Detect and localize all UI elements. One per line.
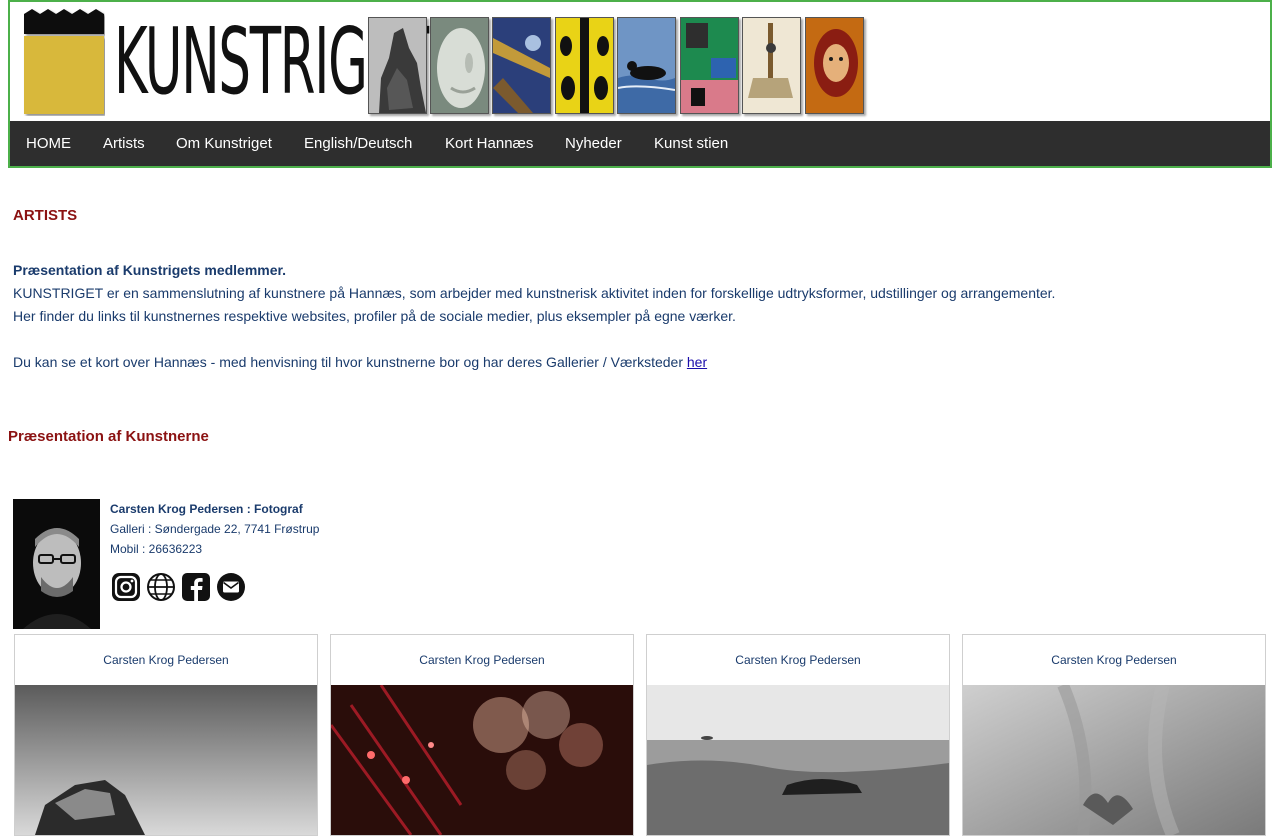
gallery-card[interactable]: Carsten Krog Pedersen (330, 634, 634, 836)
gallery-card-caption: Carsten Krog Pedersen (735, 653, 861, 667)
thumbnail-sculpture-face-image (430, 17, 489, 114)
intro-heading: Præsentation af Kunstrigets medlemmer. (13, 262, 287, 278)
facebook-icon[interactable] (180, 571, 212, 603)
nav-item-nyheder[interactable]: Nyheder (565, 121, 622, 166)
artist-gallery-address: Galleri : Søndergade 22, 7741 Frøstrup (110, 522, 320, 536)
nav-item-kunst-stien[interactable]: Kunst stien (654, 121, 728, 166)
nav-item-english-deutsch[interactable]: English/Deutsch (304, 121, 412, 166)
intro-paragraph-2: Her finder du links til kunstnernes resp… (13, 308, 736, 324)
kunstriget-logo-mark[interactable] (23, 8, 105, 116)
gallery-butterfly-photo (963, 685, 1265, 835)
thumbnail-abstract-painting-image (492, 17, 551, 114)
gallery-card[interactable]: Carsten Krog Pedersen (962, 634, 1266, 836)
site-header: KUNSTRIGET HOME Artists Om Kunstriget En… (8, 0, 1272, 168)
map-link[interactable]: her (687, 354, 707, 370)
artist-name: Carsten Krog Pedersen : Fotograf (110, 502, 303, 516)
thumbnail-rock-image (368, 17, 427, 114)
gallery-sea-photo (647, 685, 949, 835)
main-navigation: HOME Artists Om Kunstriget English/Deuts… (10, 121, 1270, 166)
map-text: Du kan se et kort over Hannæs - med henv… (13, 354, 687, 370)
nav-item-om-kunstriget[interactable]: Om Kunstriget (176, 121, 272, 166)
artist-mobile: Mobil : 26636223 (110, 542, 203, 556)
instagram-icon[interactable] (110, 571, 142, 603)
gallery-card-caption: Carsten Krog Pedersen (419, 653, 545, 667)
globe-icon[interactable] (145, 571, 177, 603)
page-title: ARTISTS (13, 207, 78, 224)
section-heading: Præsentation af Kunstnerne (8, 428, 209, 445)
nav-item-kort-hannaes[interactable]: Kort Hannæs (445, 121, 533, 166)
gallery-card[interactable]: Carsten Krog Pedersen (14, 634, 318, 836)
thumbnail-colorful-painting-image (680, 17, 739, 114)
gallery-rock-photo (15, 685, 317, 835)
gallery-card-caption: Carsten Krog Pedersen (103, 653, 229, 667)
artist-portrait-image[interactable] (13, 499, 100, 629)
intro-paragraph-1: KUNSTRIGET er en sammenslutning af kunst… (13, 285, 1056, 301)
nav-item-artists[interactable]: Artists (103, 121, 145, 166)
thumbnail-figure-drawing-image (742, 17, 801, 114)
gallery-card-caption: Carsten Krog Pedersen (1051, 653, 1177, 667)
gallery-card[interactable]: Carsten Krog Pedersen (646, 634, 950, 836)
thumbnail-loon-bird-image (617, 17, 676, 114)
gallery-bokeh-photo (331, 685, 633, 835)
nav-item-home[interactable]: HOME (26, 121, 71, 166)
thumbnail-icon-madonna-image (805, 17, 864, 114)
thumbnail-yellow-pattern-image (555, 17, 614, 114)
map-paragraph: Du kan se et kort over Hannæs - med henv… (13, 354, 707, 370)
email-icon[interactable] (215, 571, 247, 603)
